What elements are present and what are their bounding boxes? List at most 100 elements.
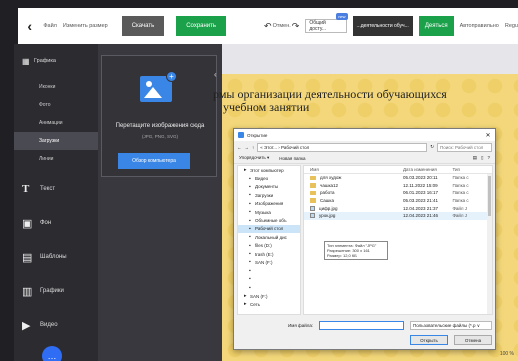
save-button[interactable]: Сохранить	[176, 16, 227, 36]
sidebar-item-templates[interactable]: ▤ Шаблоны	[14, 240, 98, 274]
search-field[interactable]: Поиск: Рабочий стол	[437, 142, 492, 152]
close-icon[interactable]: ✕	[481, 132, 495, 139]
tree-item-label: Музыка	[255, 209, 271, 215]
tree-item[interactable]: ▪ trash (E:)	[238, 250, 300, 258]
collapse-panel-icon[interactable]: ‹	[214, 70, 217, 79]
sidebar-sub-icons[interactable]: Иконки	[14, 78, 98, 96]
tree-item[interactable]: ▪ Изображения	[238, 200, 300, 208]
refresh-icon[interactable]: ↻	[430, 144, 434, 150]
sidebar: ▦ Графика Иконки Фото Анимации Загрузки …	[14, 44, 98, 361]
help-icon[interactable]: ?	[487, 155, 490, 161]
column-type[interactable]: Тип	[452, 167, 492, 172]
organize-menu[interactable]: Упорядочить ▾	[239, 155, 269, 161]
dialog-footer: Имя файла: Пользовательские файлы (*.p ∨…	[234, 318, 497, 351]
extra-link[interactable]: Regu	[505, 23, 518, 29]
filename-input[interactable]	[319, 321, 404, 330]
column-date[interactable]: Дата изменения	[403, 167, 452, 172]
file-row[interactable]: Сашка 05.03.2023 21:41 Папка с	[304, 197, 492, 205]
sidebar-sub-lines[interactable]: Линии	[14, 150, 98, 168]
tree-item[interactable]: ▪ Локальный дис	[238, 233, 300, 241]
sidebar-item-text[interactable]: T Текст	[14, 172, 98, 206]
file-menu[interactable]: Файл	[43, 23, 57, 29]
tree-item[interactable]: ▪ SAN (F:)	[238, 258, 300, 266]
image-file-icon	[310, 213, 315, 219]
view-icon[interactable]: ▤	[473, 155, 477, 161]
sidebar-item-video[interactable]: ▶ Видео	[14, 308, 98, 342]
sidebar-sub-uploads[interactable]: Загрузки	[14, 132, 98, 150]
tree-item[interactable]: ▪ Рабочий стол	[238, 224, 300, 234]
app-icon	[238, 132, 244, 138]
canvas-heading[interactable]: рмы организации деятельности обучающихся…	[213, 88, 513, 114]
file-date: 12.11.2022 15:09	[402, 182, 438, 188]
tree-item[interactable]: ▪ files (D:)	[238, 242, 300, 250]
back-arrow-icon[interactable]: ←	[237, 145, 242, 150]
tree-item[interactable]: ▪	[238, 267, 300, 275]
chat-icon[interactable]: …	[42, 346, 62, 361]
tree-item[interactable]: ▪	[238, 283, 300, 291]
new-folder-button[interactable]: Новая папка	[279, 156, 305, 161]
tree-item[interactable]: ▸ Этот компьютер	[238, 166, 300, 174]
access-field[interactable]: Общий досту... new	[305, 13, 348, 33]
tree-item-label: Документы	[255, 184, 279, 190]
tree-item[interactable]: ▸ SAN (F:)	[238, 292, 300, 300]
tree-item[interactable]: ▪	[238, 275, 300, 283]
folder-icon: ▪	[249, 284, 251, 291]
file-name-text: чашка12	[320, 182, 339, 188]
tree-item[interactable]: ▪ Объемные объ	[238, 216, 300, 224]
sidebar-item-charts[interactable]: ▥ Графики	[14, 274, 98, 308]
file-name-text: для худож	[320, 175, 342, 181]
tree-item[interactable]: ▸ Сеть	[238, 300, 300, 308]
file-name-text: цифр.jpg	[319, 205, 338, 211]
tree-item-label: Сеть	[250, 301, 261, 307]
tree-item-label: Изображения	[255, 201, 284, 207]
file-row[interactable]: для худож 05.03.2023 20:11 Папка с	[304, 174, 492, 182]
drop-zone[interactable]: + Перетащите изображения сюда (JPG, PNG,…	[101, 55, 217, 177]
action-button[interactable]: Деяться	[418, 16, 454, 36]
drop-title: Перетащите изображения сюда	[115, 123, 205, 129]
tree-item[interactable]: ▪ Музыка	[238, 208, 300, 216]
forward-arrow-icon[interactable]: →	[245, 145, 250, 150]
browse-computer-button[interactable]: Обзор компьютера	[118, 153, 190, 169]
file-name: урок.jpg	[304, 213, 403, 219]
grid-icon: ▦	[22, 56, 30, 66]
preview-pane-icon[interactable]: ▯	[481, 155, 483, 161]
folder-icon	[310, 198, 316, 203]
open-button[interactable]: Открыть	[410, 335, 448, 345]
undo-icon[interactable]: ↶	[264, 21, 272, 32]
title-field[interactable]: ...деятельности обуч...	[352, 16, 413, 36]
tree-item[interactable]: ▪ Загрузки	[238, 191, 300, 199]
file-row[interactable]: цифр.jpg 12.04.2023 21:37 Файл J	[304, 204, 492, 212]
file-row[interactable]: работа 06.01.2023 16:17 Папка с	[304, 189, 492, 197]
undo-label: Отмен.	[272, 23, 291, 29]
file-name-text: Сашка	[320, 198, 334, 204]
file-list-scrollbar[interactable]	[487, 174, 492, 314]
filetype-select[interactable]: Пользовательские файлы (*.p ∨	[410, 321, 492, 330]
tree-item-label: Загрузки	[255, 192, 274, 198]
sidebar-item-background[interactable]: ▣ Фон	[14, 206, 98, 240]
back-icon[interactable]: ‹	[22, 18, 37, 34]
author-link[interactable]: Автоправильно	[460, 23, 499, 29]
zoom-level[interactable]: 100 %	[500, 351, 514, 357]
sidebar-item-label: Текст	[40, 186, 56, 192]
file-date: 12.04.2023 21:46	[402, 213, 439, 219]
tree-item[interactable]: ▪ Документы	[238, 183, 300, 191]
top-toolbar: ‹ Файл Изменить размер Скачать Сохранить…	[18, 8, 518, 44]
sidebar-item-graphics[interactable]: ▦ Графика	[14, 54, 98, 68]
sidebar-sub-animations[interactable]: Анимации	[14, 114, 98, 132]
file-row[interactable]: чашка12 12.11.2022 15:09 Папка с	[304, 182, 492, 190]
resize-menu[interactable]: Изменить размер	[63, 23, 108, 29]
redo-icon[interactable]: ↷	[292, 21, 300, 32]
tree-item-label: SAN (F:)	[255, 259, 273, 265]
sidebar-sub-photos[interactable]: Фото	[14, 96, 98, 114]
cancel-button[interactable]: Отмена	[454, 335, 492, 345]
canvas-heading-line2: учебном занятии	[223, 100, 310, 114]
download-button[interactable]: Скачать	[121, 16, 165, 36]
up-arrow-icon[interactable]: ↑	[252, 145, 254, 150]
sidebar-item-label: Фон	[40, 220, 52, 226]
folder-icon	[310, 183, 316, 188]
path-field[interactable]: « Этот... › Рабочий стол	[257, 142, 428, 152]
dialog-titlebar: Открытие ✕	[234, 129, 495, 141]
tree-item[interactable]: ▪ Видео	[238, 174, 300, 182]
column-name[interactable]: Имя	[304, 167, 403, 172]
file-row[interactable]: урок.jpg 12.04.2023 21:46 Файл J	[304, 211, 492, 220]
